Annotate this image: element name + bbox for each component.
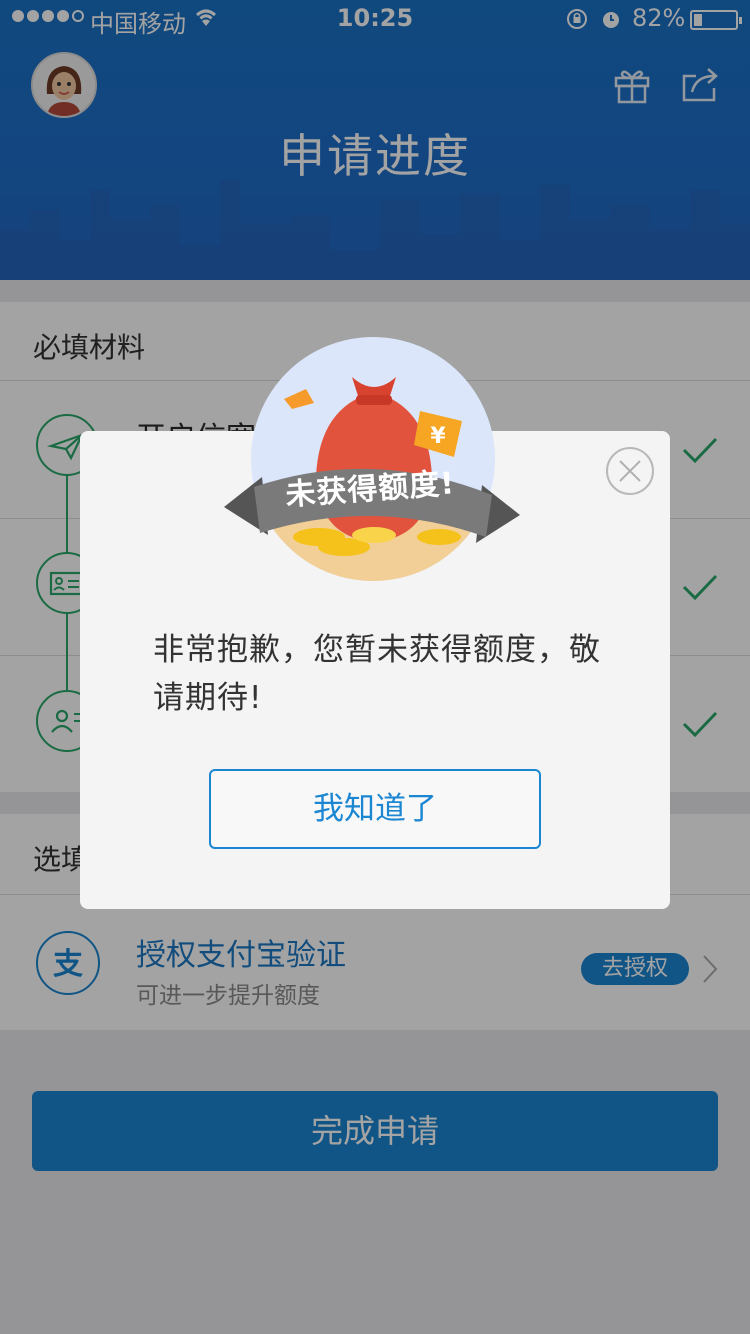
close-icon[interactable] [608, 449, 652, 493]
dialog-message: 非常抱歉，您暂未获得额度，敬请期待! [153, 632, 601, 716]
close-button[interactable] [606, 447, 654, 495]
confirm-button[interactable]: 我知道了 [209, 769, 541, 849]
money-bag-ribbon-illustration: ¥ [224, 337, 520, 581]
svg-text:¥: ¥ [430, 424, 446, 449]
